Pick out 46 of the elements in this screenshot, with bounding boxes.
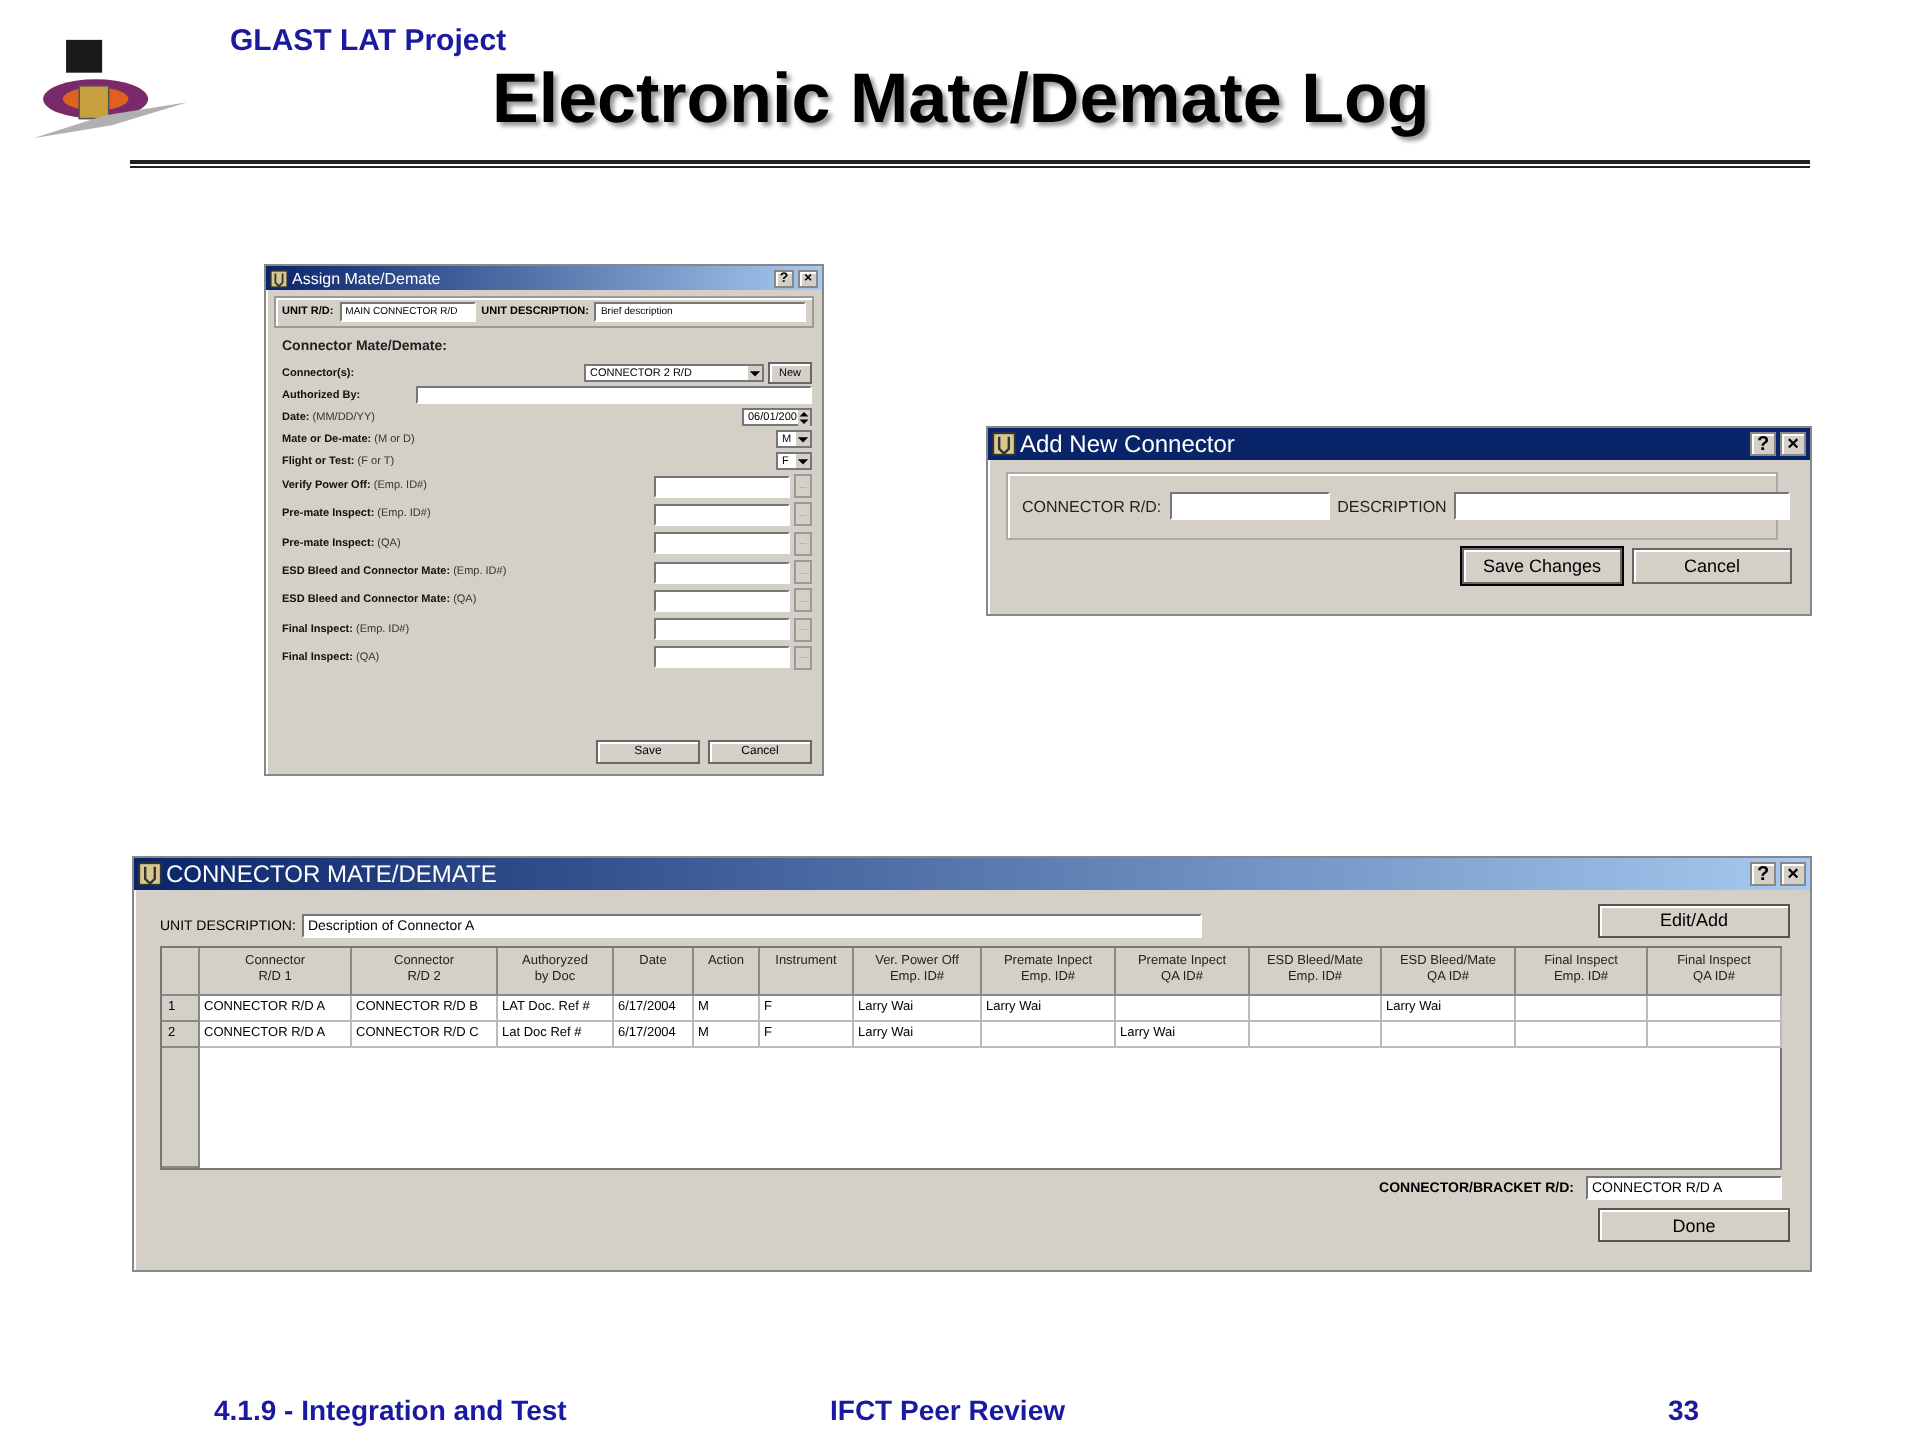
edit-add-button[interactable]: Edit/Add <box>1598 903 1790 937</box>
page-number: 33 <box>1668 1394 1700 1426</box>
input-field[interactable] <box>416 386 812 404</box>
header-cell <box>162 948 200 996</box>
window-title: Add New Connector <box>1020 430 1235 458</box>
dialog-button[interactable]: Save Changes <box>1462 548 1622 584</box>
close-button[interactable]: × <box>1780 432 1806 456</box>
slide-title: Electronic Mate/Demate Log <box>492 60 1430 140</box>
input-field[interactable] <box>1169 492 1330 520</box>
table-cell <box>982 1022 1116 1048</box>
table-cell <box>1116 996 1250 1022</box>
dropdown-arrow-icon <box>796 454 810 468</box>
help-button[interactable]: ? <box>1750 862 1776 886</box>
field-label: DESCRIPTION <box>1337 497 1447 515</box>
help-button[interactable]: ? <box>1750 432 1776 456</box>
table-cell <box>1516 996 1648 1022</box>
window-title: Assign Mate/Demate <box>292 269 441 287</box>
footer-text: IFCT Peer Review <box>830 1394 1065 1426</box>
app-icon <box>992 432 1016 456</box>
project-label: GLAST LAT Project <box>230 24 507 58</box>
footer-text: 4.1.9 - Integration and Test <box>214 1394 567 1426</box>
table-cell <box>1250 1022 1382 1048</box>
input-field[interactable] <box>654 475 790 498</box>
input-field[interactable] <box>654 618 790 641</box>
input-field[interactable] <box>654 503 790 526</box>
dropdown-arrow-icon <box>748 366 762 380</box>
app-icon <box>270 269 288 287</box>
done-button[interactable]: Done <box>1598 1208 1790 1242</box>
field-label: CONNECTOR R/D: <box>1022 497 1162 515</box>
input-field[interactable] <box>654 532 790 555</box>
input-field[interactable] <box>1454 492 1791 520</box>
dropdown-arrow-icon <box>796 432 810 446</box>
input-field[interactable] <box>654 561 790 584</box>
close-button[interactable]: × <box>1780 862 1806 886</box>
table-cell <box>1250 996 1382 1022</box>
app-icon <box>138 862 162 886</box>
input-field[interactable] <box>654 646 790 669</box>
input-field[interactable] <box>654 589 790 612</box>
table-cell <box>1648 996 1782 1022</box>
dialog-button[interactable]: Cancel <box>1632 548 1792 584</box>
table-cell <box>1516 1022 1648 1048</box>
spinner-icon <box>798 409 810 425</box>
row-header-cell <box>162 1048 200 1168</box>
table-cell <box>1648 1022 1782 1048</box>
table-cell <box>1382 1022 1516 1048</box>
window-title: CONNECTOR MATE/DEMATE <box>166 860 497 888</box>
